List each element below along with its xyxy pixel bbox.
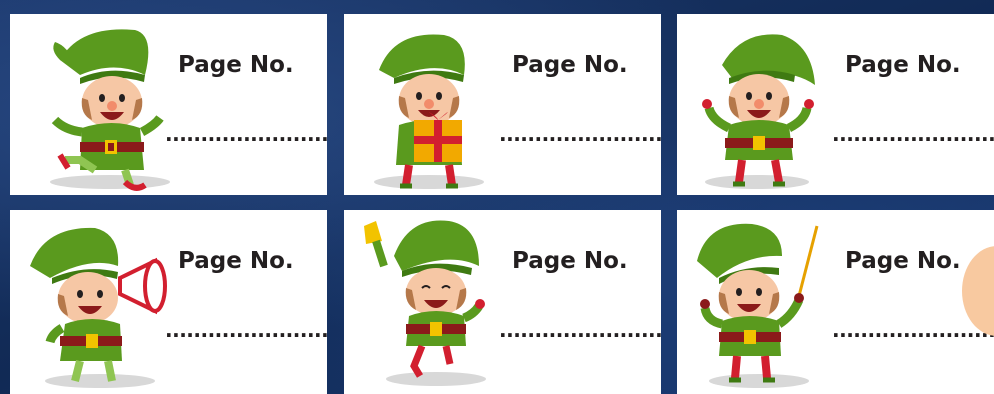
page-number-label: Page No. [512, 248, 628, 274]
elf-with-pointer-illustration [697, 223, 819, 388]
page-number-blank[interactable]: ........................ [165, 318, 327, 342]
elf-with-bell-illustration [364, 220, 486, 386]
page-label-card-5: Page No. ........................ [344, 210, 661, 394]
elf-with-megaphone-illustration [30, 227, 167, 388]
dancing-elf-illustration [50, 29, 170, 191]
page-label-card-1: Page No. ........................ [10, 14, 327, 195]
page-label-card-2: Page No. ........................ [344, 14, 661, 195]
page-number-label: Page No. [845, 52, 961, 78]
page-number-blank[interactable]: ........................ [832, 318, 994, 342]
page-label-card-4: Page No. ........................ [10, 210, 327, 394]
page-number-blank[interactable]: ........................ [165, 122, 327, 146]
page-number-label: Page No. [178, 52, 294, 78]
page-number-label: Page No. [178, 248, 294, 274]
elf-holding-gift-illustration [374, 34, 484, 189]
page-number-blank[interactable]: ........................ [499, 318, 661, 342]
page-label-card-3: Page No. ........................ [677, 14, 994, 195]
page-label-card-6: Page No. ........................ [677, 210, 994, 394]
elf-thumbs-up-illustration [702, 34, 815, 189]
page-number-label: Page No. [845, 248, 961, 274]
page-number-blank[interactable]: ........................ [499, 122, 661, 146]
page-number-blank[interactable]: ........................ [832, 122, 994, 146]
page-number-label: Page No. [512, 52, 628, 78]
